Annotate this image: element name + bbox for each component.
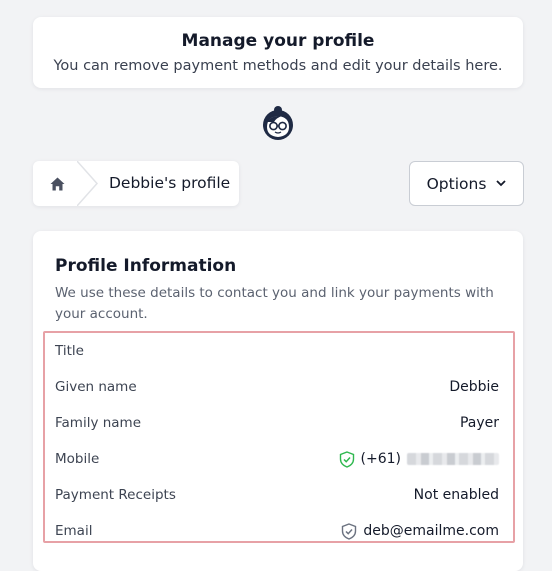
shield-icon (342, 522, 357, 540)
options-button[interactable]: Options (409, 161, 524, 206)
row-value: Not enabled (413, 487, 499, 503)
page-title: Manage your profile (181, 31, 375, 51)
home-icon (50, 177, 64, 190)
section-title: Profile Information (55, 256, 237, 276)
avatar-icon (260, 105, 296, 141)
profile-row-given-name[interactable]: Given name Debbie (55, 369, 499, 405)
profile-row-email[interactable]: Email deb@emailme.com (55, 513, 499, 549)
redacted-number (407, 453, 499, 465)
row-value: Debbie (449, 379, 499, 395)
page-subtitle: You can remove payment methods and edit … (53, 58, 503, 74)
profile-details: Title Given name Debbie Family name Paye… (43, 331, 515, 543)
breadcrumb-current: Debbie's profile (109, 174, 231, 192)
profile-row-mobile[interactable]: Mobile (+61) (55, 441, 499, 477)
chevron-down-icon (496, 180, 507, 187)
row-label: Title (55, 343, 84, 359)
email-text: deb@emailme.com (363, 523, 499, 539)
row-label: Payment Receipts (55, 487, 176, 503)
email-value-group: deb@emailme.com (341, 522, 499, 540)
header-card: Manage your profile You can remove payme… (33, 17, 523, 88)
row-label: Mobile (55, 451, 100, 467)
row-label: Family name (55, 415, 142, 431)
section-description: We use these details to contact you and … (55, 285, 494, 322)
verified-shield-icon (339, 450, 354, 468)
row-label: Email (55, 523, 93, 539)
breadcrumb: Debbie's profile (33, 161, 239, 206)
mobile-value-group: (+61) (339, 450, 499, 468)
profile-card: Profile Information We use these details… (33, 231, 523, 571)
profile-row-payment-receipts[interactable]: Payment Receipts Not enabled (55, 477, 499, 513)
mobile-prefix: (+61) (360, 451, 401, 467)
row-label: Given name (55, 379, 137, 395)
options-label: Options (426, 174, 487, 193)
profile-row-title[interactable]: Title (55, 333, 499, 369)
profile-row-family-name[interactable]: Family name Payer (55, 405, 499, 441)
row-value: Payer (459, 415, 499, 431)
breadcrumb-home[interactable] (33, 161, 81, 206)
